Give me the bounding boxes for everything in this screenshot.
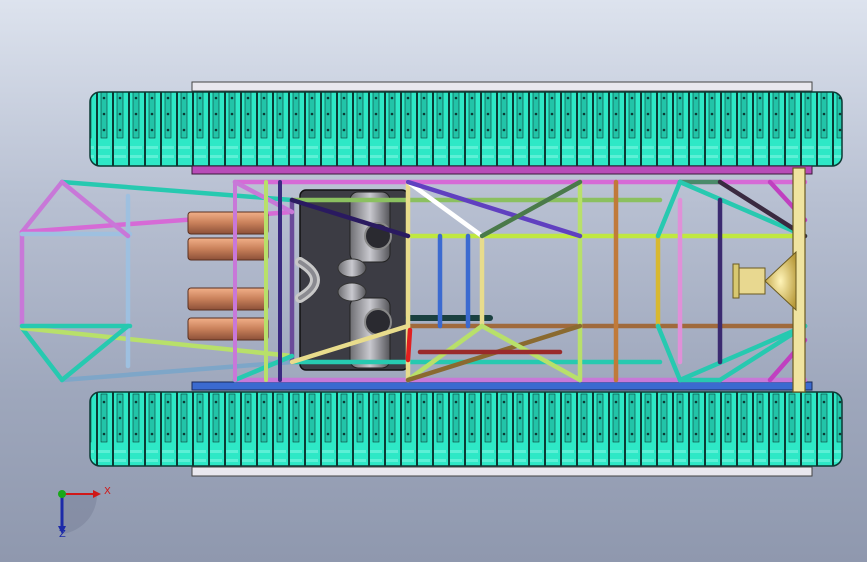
exhaust-pipes: [187, 211, 269, 341]
top-track-rail: [191, 81, 813, 92]
triad-shadow: [62, 494, 98, 534]
triad-x-label: X: [104, 486, 111, 497]
triad-z-label: Z: [59, 529, 66, 540]
top-track-belt: [89, 91, 843, 167]
bottom-track-frame-strip: [191, 381, 813, 391]
drive-cone: [732, 250, 797, 312]
bottom-track[interactable]: [89, 381, 843, 477]
cad-viewport[interactable]: X Z: [0, 0, 867, 562]
triad-x-arrowhead: [93, 490, 101, 498]
top-track-frame-strip: [191, 165, 813, 175]
top-track[interactable]: [89, 81, 843, 175]
chassis-frame[interactable]: [19, 167, 808, 393]
triad-y-axis-dot: [58, 490, 66, 498]
bottom-track-rail: [191, 466, 813, 477]
bottom-track-belt: [89, 391, 843, 467]
tracked-vehicle-frame-model[interactable]: [0, 0, 867, 562]
